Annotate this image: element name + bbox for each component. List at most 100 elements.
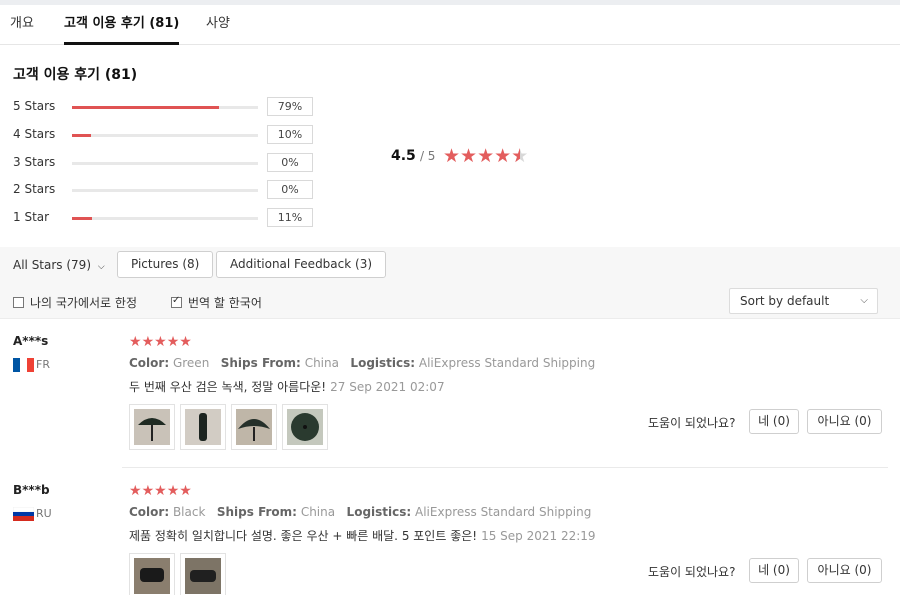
review-item: A***s FR ★★★★★ Color: Green Ships From: … (0, 334, 900, 464)
helpful-prompt: 도움이 되었나요? (648, 416, 736, 430)
review-meta: Color: Green Ships From: China Logistics… (129, 356, 595, 370)
logistics-label: Logistics: (350, 356, 416, 370)
rating-bar-fill (72, 106, 219, 109)
rating-percent: 10% (267, 125, 313, 144)
review-date: 27 Sep 2021 02:07 (330, 380, 445, 394)
review-text-line: 두 번째 우산 검은 녹색, 정말 아름다운! 27 Sep 2021 02:07 (129, 378, 445, 395)
filter-bar: All Stars (79) ⌵ Pictures (8) Additional… (0, 247, 900, 319)
review-photo-thumbnail[interactable] (129, 404, 175, 450)
rating-bar-track (72, 189, 258, 192)
review-text-line: 제품 정확히 일치합니다 설명. 좋은 우산 + 빠른 배달. 5 포인트 좋은… (129, 527, 596, 544)
rating-percent: 0% (267, 153, 313, 172)
rating-row-4[interactable]: 4 Stars 10% (0, 124, 320, 146)
review-stars: ★★★★★ (129, 483, 192, 499)
helpful-yes-button[interactable]: 네 (0) (749, 409, 799, 434)
logistics-value: AliExpress Standard Shipping (418, 356, 596, 370)
umbrella-photo (185, 558, 221, 594)
umbrella-photo (185, 409, 221, 445)
star-icon: ★ (443, 145, 461, 167)
umbrella-photo (287, 409, 323, 445)
color-value: Green (172, 356, 210, 370)
rating-percent: 11% (267, 208, 313, 227)
review-photo-thumbnail[interactable] (180, 553, 226, 595)
flag-fr-icon (13, 358, 34, 372)
rating-row-2[interactable]: 2 Stars 0% (0, 179, 320, 201)
star-icon: ★ (179, 483, 192, 499)
review-photo-thumbnail[interactable] (129, 553, 175, 595)
rating-label: 3 Stars (13, 155, 56, 169)
star-filter-label: All Stars (79) (13, 258, 91, 272)
star-icon: ★ (129, 334, 142, 350)
star-icon: ★ (141, 483, 155, 499)
star-icon: ★ (460, 145, 478, 167)
chevron-down-icon: ⌵ (97, 262, 105, 272)
my-country-checkbox[interactable] (13, 297, 24, 308)
color-label: Color: (129, 356, 170, 370)
review-photo-thumbnail[interactable] (231, 404, 277, 450)
star-icon: ★ (166, 483, 180, 499)
review-stars: ★★★★★ (129, 334, 192, 350)
translate-checkbox[interactable] (171, 295, 182, 308)
average-rating: 4.5 / 5 (391, 148, 435, 164)
star-icon: ★ (477, 145, 495, 167)
helpful-yes-button[interactable]: 네 (0) (749, 558, 799, 583)
my-country-label: 나의 국가에서로 한정 (30, 296, 137, 310)
star-filter-dropdown[interactable]: All Stars (79) ⌵ (13, 258, 105, 272)
reviewer-country: RU (36, 507, 52, 520)
color-label: Color: (129, 505, 170, 519)
logistics-value: AliExpress Standard Shipping (415, 505, 592, 519)
rating-label: 4 Stars (13, 127, 56, 141)
rating-label: 1 Star (13, 210, 50, 224)
sort-dropdown[interactable]: Sort by default ⌵ (729, 288, 878, 314)
translate-checkbox-row[interactable]: 번역 할 한국어 (171, 294, 262, 311)
rating-bar-track (72, 134, 258, 137)
tab-overview[interactable]: 개요 (10, 5, 34, 45)
half-star-icon: ★★ (511, 145, 529, 167)
star-icon: ★ (154, 334, 167, 350)
average-max: / 5 (419, 149, 436, 163)
reviews-title: 고객 이용 후기 (81) (13, 67, 138, 83)
average-stars: ★★★★★★ (443, 145, 528, 167)
helpful-prompt: 도움이 되었나요? (648, 565, 736, 579)
star-icon: ★ (494, 145, 512, 167)
review-item: B***b RU ★★★★★ Color: Black Ships From: … (0, 483, 900, 595)
ships-value: China (300, 505, 336, 519)
sort-label: Sort by default (740, 294, 830, 308)
my-country-checkbox-row[interactable]: 나의 국가에서로 한정 (13, 294, 137, 311)
star-icon: ★ (179, 334, 192, 350)
rating-label: 2 Stars (13, 182, 56, 196)
ships-value: China (304, 356, 339, 370)
logistics-label: Logistics: (346, 505, 412, 519)
translate-label: 번역 할 한국어 (188, 296, 262, 310)
rating-bar-track (72, 162, 258, 165)
additional-feedback-button[interactable]: Additional Feedback (3) (216, 251, 387, 278)
rating-bar-track (72, 106, 258, 109)
rating-row-3[interactable]: 3 Stars 0% (0, 152, 320, 174)
reviewer-name: A***s (13, 334, 49, 348)
pictures-filter-button[interactable]: Pictures (8) (117, 251, 214, 278)
color-value: Black (172, 505, 206, 519)
review-photo-thumbnail[interactable] (180, 404, 226, 450)
review-date: 15 Sep 2021 22:19 (481, 529, 596, 543)
reviewer-name: B***b (13, 483, 50, 497)
tab-specs[interactable]: 사양 (206, 5, 230, 45)
rating-row-1[interactable]: 1 Star 11% (0, 207, 320, 229)
rating-row-5[interactable]: 5 Stars 79% (0, 96, 320, 118)
helpful-no-button[interactable]: 아니요 (0) (807, 558, 882, 583)
ships-label: Ships From: (216, 505, 297, 519)
rating-bar-track (72, 217, 258, 220)
rating-bar-fill (72, 217, 93, 220)
review-photo-thumbnail[interactable] (282, 404, 328, 450)
ships-label: Ships From: (220, 356, 301, 370)
review-text: 두 번째 우산 검은 녹색, 정말 아름다운! (129, 380, 327, 394)
rating-bar-fill (72, 134, 91, 137)
tab-reviews[interactable]: 고객 이용 후기 (81) (64, 5, 180, 45)
helpful-no-button[interactable]: 아니요 (0) (807, 409, 882, 434)
tab-bar: 개요 고객 이용 후기 (81) 사양 (0, 5, 900, 45)
review-divider (122, 467, 888, 468)
rating-percent: 0% (267, 180, 313, 199)
star-icon: ★ (166, 334, 180, 350)
average-value: 4.5 (391, 148, 416, 164)
star-icon: ★ (129, 483, 142, 499)
rating-label: 5 Stars (13, 99, 56, 113)
